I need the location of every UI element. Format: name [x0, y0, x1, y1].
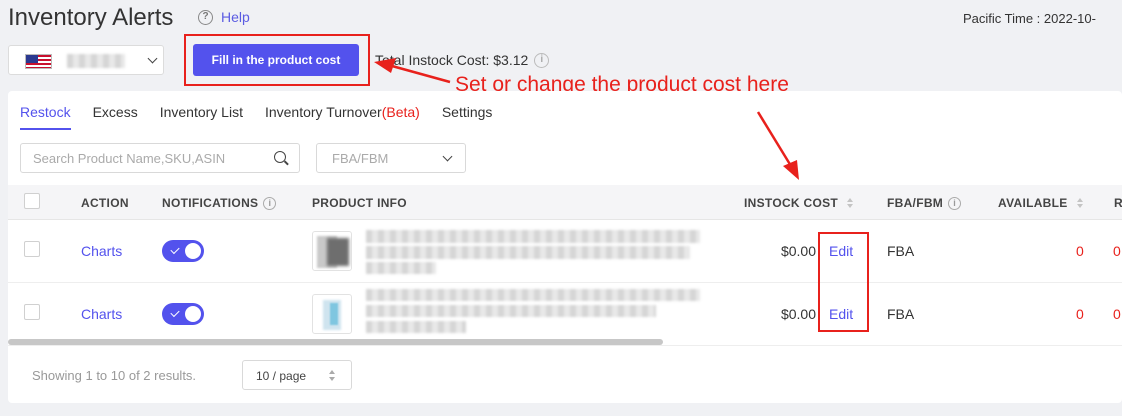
product-thumbnail — [312, 294, 352, 334]
page-size-value: 10 / page — [256, 369, 307, 383]
search-icon[interactable] — [274, 151, 286, 163]
beta-label: (Beta) — [381, 104, 420, 120]
pagination-summary: Showing 1 to 10 of 2 results. — [32, 368, 197, 383]
check-icon — [170, 307, 180, 318]
help-link[interactable]: Help — [221, 9, 250, 25]
tab-excess[interactable]: Excess — [93, 104, 138, 130]
fulfillment-select-placeholder: FBA/FBM — [332, 151, 389, 166]
us-flag-icon — [25, 54, 52, 69]
fill-product-cost-button[interactable]: Fill in the product cost — [193, 44, 359, 76]
select-all-checkbox[interactable] — [24, 193, 40, 209]
row-checkbox[interactable] — [24, 304, 40, 320]
horizontal-scrollbar[interactable] — [8, 339, 663, 345]
total-instock-cost-text: Total Instock Cost: $3.12 — [375, 52, 529, 68]
redacted-product-info — [366, 246, 690, 259]
sort-icon[interactable] — [1076, 198, 1083, 208]
help-link-wrap[interactable]: ? Help — [198, 9, 250, 25]
table-row: Charts $0.00 Edit FBA 0 0 — [8, 220, 1122, 283]
notification-toggle[interactable] — [162, 240, 204, 262]
col-notifications: NOTIFICATIONS i — [162, 196, 277, 210]
tab-bar: Restock Excess Inventory List Inventory … — [20, 104, 492, 130]
next-column-value: 0 — [1113, 243, 1121, 259]
redacted-product-info — [366, 262, 436, 274]
col-product-info: PRODUCT INFO — [312, 196, 407, 210]
available-value: 0 — [1076, 306, 1084, 322]
product-thumbnail — [312, 231, 352, 271]
info-icon[interactable]: i — [263, 196, 277, 210]
fulfillment-select[interactable]: FBA/FBM — [316, 143, 466, 173]
table-row: Charts $0.00 Edit FBA 0 0 — [8, 283, 1122, 346]
chevron-down-icon — [442, 151, 453, 162]
instock-cost-value: $0.00 — [780, 243, 816, 259]
col-next-label: R — [1114, 196, 1122, 210]
search-input[interactable] — [20, 143, 300, 173]
col-available[interactable]: AVAILABLE — [998, 196, 1083, 210]
charts-link[interactable]: Charts — [81, 306, 122, 322]
fulfillment-value: FBA — [887, 306, 915, 322]
tab-restock[interactable]: Restock — [20, 104, 71, 130]
tab-inventory-turnover-label: Inventory Turnover — [264, 104, 382, 120]
redacted-store-name — [67, 54, 125, 68]
col-instock-cost[interactable]: INSTOCK COST — [744, 196, 854, 210]
total-instock-cost: Total Instock Cost: $3.12 i — [375, 52, 550, 68]
col-notifications-label: NOTIFICATIONS — [162, 196, 259, 210]
col-fba-fbm-label: FBA/FBM — [887, 196, 944, 210]
chevron-down-icon — [147, 53, 158, 64]
redacted-product-info — [366, 305, 656, 317]
col-next: R — [1114, 196, 1122, 210]
col-available-label: AVAILABLE — [998, 196, 1068, 210]
page-title: Inventory Alerts — [8, 4, 174, 31]
fulfillment-value: FBA — [887, 243, 915, 259]
instock-cost-value: $0.00 — [780, 306, 816, 322]
col-action: ACTION — [81, 196, 129, 210]
info-icon: ? — [198, 9, 213, 25]
info-icon[interactable]: i — [948, 196, 962, 210]
col-product-info-label: PRODUCT INFO — [312, 196, 407, 210]
redacted-product-info — [366, 230, 700, 243]
marketplace-select[interactable] — [8, 45, 164, 75]
inventory-card: Restock Excess Inventory List Inventory … — [8, 91, 1122, 403]
table-header: ACTION NOTIFICATIONS i PRODUCT INFO INSTO… — [8, 185, 1122, 220]
info-icon[interactable]: i — [534, 52, 550, 68]
notification-toggle[interactable] — [162, 303, 204, 325]
sort-arrows-icon — [329, 370, 335, 381]
redacted-product-info — [366, 321, 466, 333]
row-checkbox[interactable] — [24, 241, 40, 257]
check-icon — [170, 244, 180, 255]
page-size-select[interactable]: 10 / page — [242, 360, 352, 390]
col-action-label: ACTION — [81, 196, 129, 210]
available-value: 0 — [1076, 243, 1084, 259]
tab-inventory-turnover[interactable]: Inventory Turnover(Beta) — [265, 104, 420, 130]
pacific-time: Pacific Time : 2022-10- — [963, 11, 1096, 26]
charts-link[interactable]: Charts — [81, 243, 122, 259]
tab-settings[interactable]: Settings — [442, 104, 493, 130]
tab-inventory-list[interactable]: Inventory List — [160, 104, 243, 130]
redacted-product-info — [366, 289, 700, 301]
sort-icon[interactable] — [847, 198, 854, 208]
col-fba-fbm: FBA/FBM i — [887, 196, 962, 210]
next-column-value: 0 — [1113, 306, 1121, 322]
highlight-box-edit-links — [818, 232, 869, 332]
col-instock-cost-label: INSTOCK COST — [744, 196, 839, 210]
